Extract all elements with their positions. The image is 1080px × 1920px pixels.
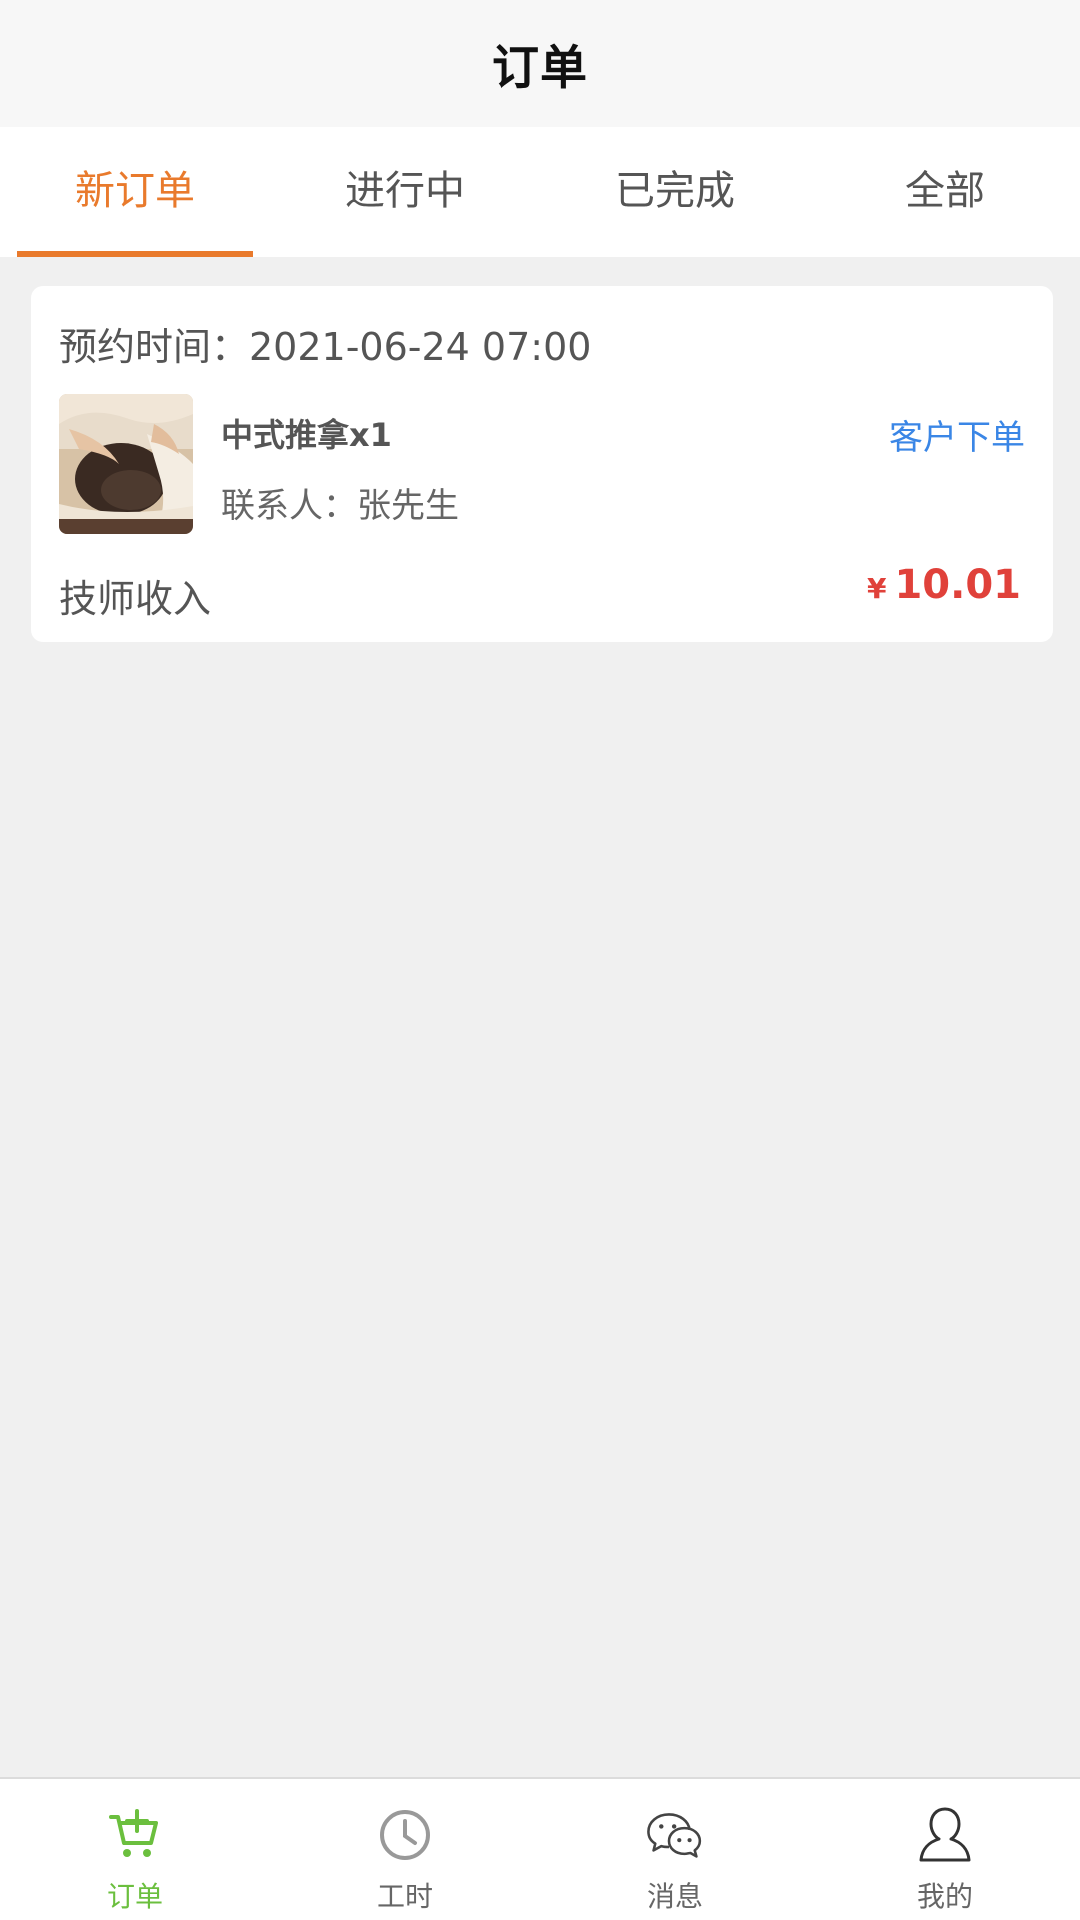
order-source-tag: 客户下单 — [889, 418, 1025, 458]
clock-icon — [375, 1805, 435, 1865]
service-name: 中式推拿x1 — [221, 416, 392, 454]
chat-icon — [645, 1805, 705, 1865]
massage-photo-icon — [59, 394, 193, 534]
cart-icon — [105, 1805, 165, 1865]
contact-person: 联系人：张先生 — [221, 486, 459, 526]
nav-label-work-hours: 工时 — [376, 1880, 433, 1913]
tab-new-orders[interactable]: 新订单 — [0, 127, 270, 257]
bottom-tab-bar: 订单 工时 消息 我的 — [0, 1777, 1080, 1920]
user-icon — [915, 1805, 975, 1865]
nav-item-profile[interactable]: 我的 — [810, 1779, 1080, 1920]
nav-item-work-hours[interactable]: 工时 — [270, 1779, 540, 1920]
income-label: 技师收入 — [59, 577, 212, 621]
nav-label-messages: 消息 — [646, 1880, 703, 1913]
nav-label-orders: 订单 — [106, 1880, 163, 1913]
income-amount: ¥ 10.01 — [867, 562, 1021, 608]
nav-label-profile: 我的 — [916, 1880, 973, 1913]
appointment-time: 预约时间：2021-06-24 07:00 — [59, 325, 592, 369]
top-bar: 订单 — [0, 0, 1080, 127]
tab-in-progress[interactable]: 进行中 — [270, 127, 540, 257]
price-value: 10.01 — [894, 562, 1021, 608]
currency-symbol: ¥ — [866, 572, 887, 605]
nav-item-messages[interactable]: 消息 — [540, 1779, 810, 1920]
order-status-tabs: 新订单 进行中 已完成 全部 — [0, 127, 1080, 257]
tab-completed[interactable]: 已完成 — [540, 127, 810, 257]
nav-item-orders[interactable]: 订单 — [0, 1779, 270, 1920]
service-thumbnail — [59, 394, 193, 534]
order-card[interactable]: 预约时间：2021-06-24 07:00 中式推拿x1 客户下单 联系人：张先… — [31, 286, 1053, 642]
tab-all[interactable]: 全部 — [810, 127, 1080, 257]
page-title: 订单 — [492, 41, 588, 96]
